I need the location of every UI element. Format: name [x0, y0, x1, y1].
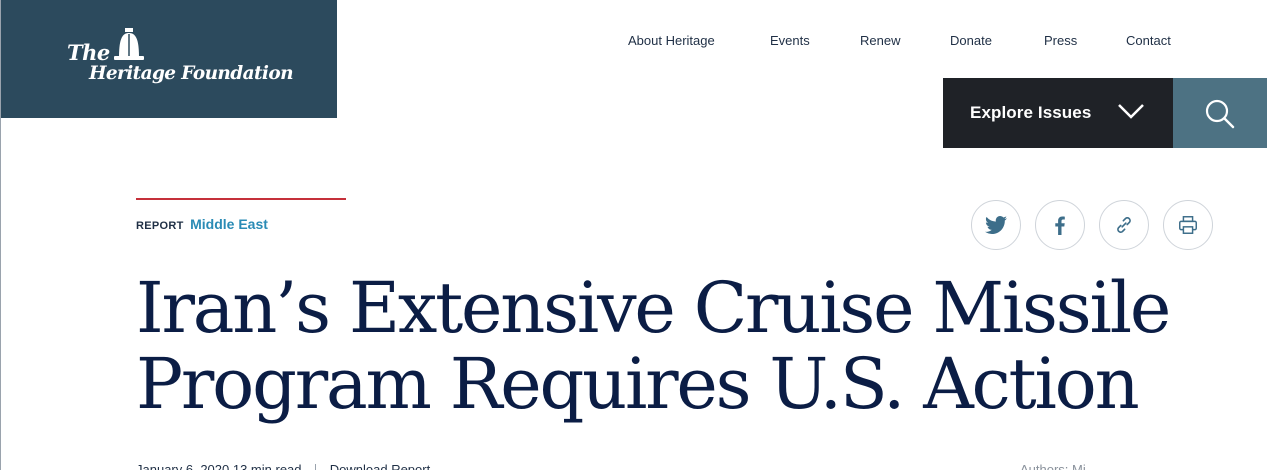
search-icon	[1205, 99, 1235, 129]
article-title-line-2: Program Requires U.S. Action	[136, 343, 1140, 425]
article-title: Iran’s Extensive Cruise Missile Program …	[136, 270, 1196, 422]
logo-name-text: Heritage Foundation	[89, 63, 294, 84]
twitter-icon	[985, 216, 1007, 234]
article-date: January 6, 2020	[136, 462, 230, 470]
share-print-button[interactable]	[1163, 200, 1213, 250]
article-read-time: 13 min read	[232, 462, 302, 470]
print-icon	[1179, 216, 1197, 234]
nav-donate[interactable]: Donate	[950, 33, 992, 48]
share-link-button[interactable]	[1099, 200, 1149, 250]
logo-the-text: The	[67, 40, 110, 65]
liberty-bell-icon	[114, 28, 144, 60]
article-category: REPORT Middle East	[136, 216, 268, 234]
search-button[interactable]	[1173, 78, 1267, 148]
category-accent-rule	[136, 198, 346, 200]
facebook-icon	[1055, 216, 1065, 235]
nav-renew[interactable]: Renew	[860, 33, 900, 48]
article-authors: Authors: Mi...	[1020, 462, 1097, 470]
link-icon	[1117, 217, 1131, 233]
category-type: REPORT	[136, 220, 184, 232]
share-facebook-button[interactable]	[1035, 200, 1085, 250]
download-report-link[interactable]: Download Report	[330, 462, 430, 470]
explore-issues-button[interactable]: Explore Issues	[943, 78, 1173, 148]
category-topic-link[interactable]: Middle East	[190, 216, 268, 232]
nav-press[interactable]: Press	[1044, 33, 1077, 48]
meta-divider	[315, 463, 317, 470]
nav-contact[interactable]: Contact	[1126, 33, 1171, 48]
chevron-down-icon	[1118, 104, 1144, 119]
page: The Heritage Foundation About Heritage E…	[0, 0, 1267, 470]
article-meta: January 6, 2020 13 min read Download Rep…	[136, 462, 430, 470]
nav-events[interactable]: Events	[770, 33, 810, 48]
explore-issues-label: Explore Issues	[970, 103, 1092, 122]
heritage-logo[interactable]: The Heritage Foundation	[1, 0, 337, 118]
share-twitter-button[interactable]	[971, 200, 1021, 250]
article-title-line-1: Iran’s Extensive Cruise Missile	[136, 267, 1171, 349]
nav-about-heritage[interactable]: About Heritage	[628, 33, 715, 48]
